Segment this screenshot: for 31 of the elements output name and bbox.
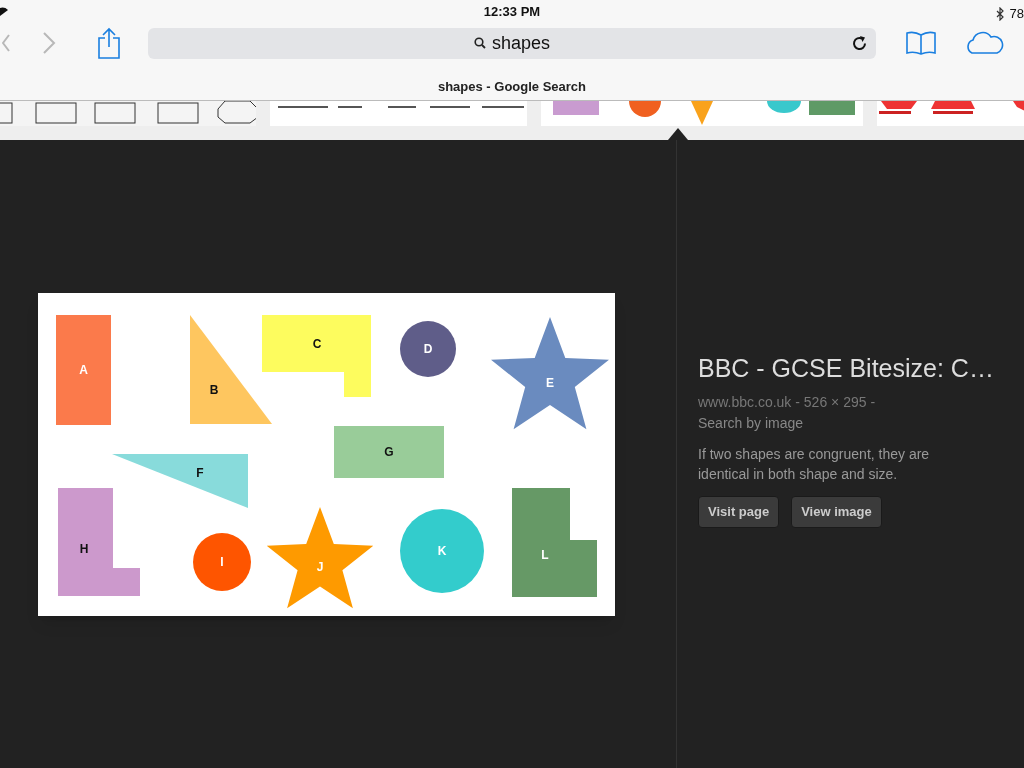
result-title: BBC - GCSE Bitesize: C… bbox=[698, 353, 995, 385]
share-icon[interactable] bbox=[97, 27, 121, 59]
result-description: If two shapes are congruent, they are identical in both shape and size. bbox=[698, 444, 931, 484]
shape-label: A bbox=[79, 362, 88, 377]
result-button[interactable]: View image bbox=[791, 495, 882, 528]
battery-percent: 78 bbox=[1009, 5, 1024, 23]
reload-icon[interactable] bbox=[851, 34, 868, 52]
shape-label: I bbox=[220, 554, 224, 569]
search-icon bbox=[473, 37, 486, 49]
shape-label: B bbox=[209, 382, 219, 397]
result-button[interactable]: Visit page bbox=[698, 495, 780, 528]
shape-label: C bbox=[312, 336, 322, 351]
shape-label: F bbox=[196, 465, 204, 480]
shapes-diagram[interactable]: A B C D E F G H I J K L bbox=[38, 292, 615, 616]
search-by-image-link[interactable]: Search by image bbox=[698, 412, 1024, 434]
status-time: 12:33 PM bbox=[483, 3, 541, 22]
shape-label: H bbox=[79, 541, 89, 556]
address-text: shapes bbox=[491, 31, 550, 55]
result-meta: www.bbc.co.uk - 526 × 295 - bbox=[698, 392, 877, 412]
bookmarks-icon[interactable] bbox=[906, 31, 936, 55]
shape-label: E bbox=[546, 375, 554, 390]
shape-label: G bbox=[384, 444, 394, 459]
shape-label: D bbox=[423, 341, 433, 356]
shape-label: L bbox=[541, 547, 549, 562]
address-bar[interactable]: shapes bbox=[148, 27, 876, 59]
shape-label: K bbox=[437, 543, 447, 558]
cloud-icon[interactable] bbox=[964, 31, 1004, 55]
bluetooth-icon bbox=[995, 6, 1004, 21]
page-title: shapes - Google Search bbox=[437, 77, 587, 96]
shape-label: J bbox=[316, 559, 324, 574]
pointer-triangle bbox=[668, 128, 688, 140]
